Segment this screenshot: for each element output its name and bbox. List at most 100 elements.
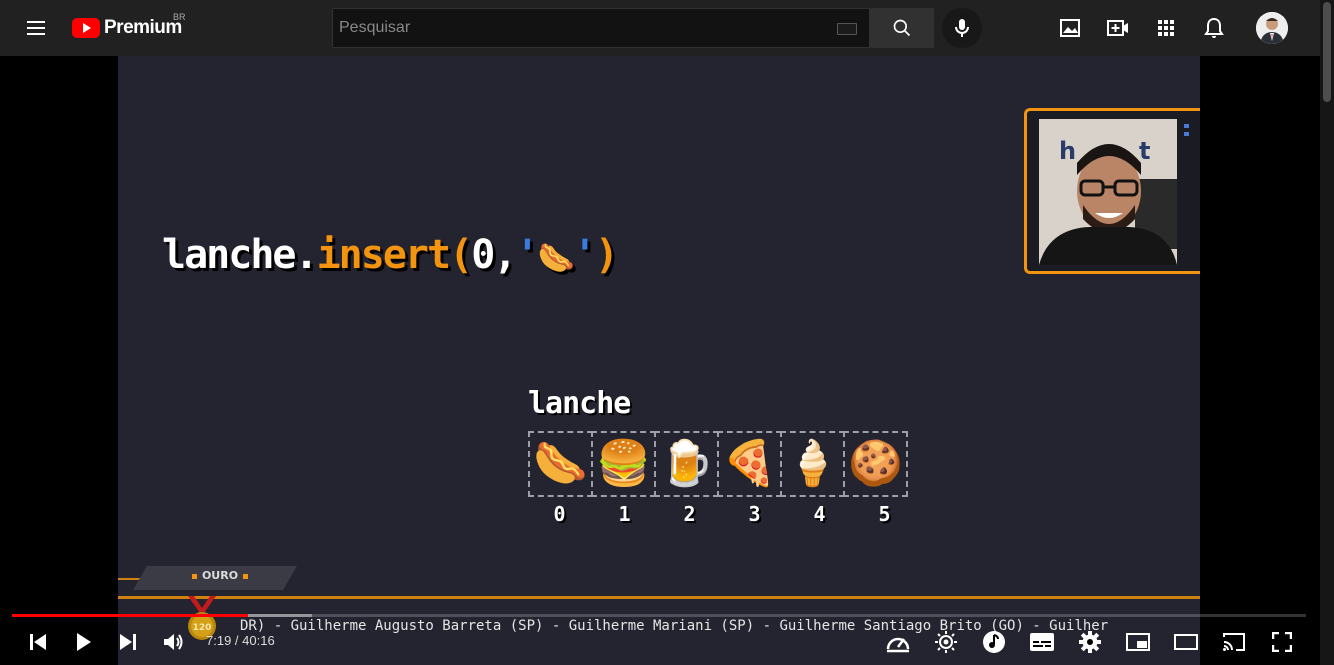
decoration <box>1184 124 1189 136</box>
mic-icon <box>955 19 969 37</box>
array-cells: 🌭 🍔 🍺 🍕 🍦 🍪 <box>528 431 908 497</box>
next-button[interactable] <box>110 624 146 660</box>
settings-button[interactable] <box>1072 624 1108 660</box>
cast-button[interactable] <box>1216 624 1252 660</box>
rank-label: OURO <box>170 569 270 582</box>
webcam-presenter: h t <box>1039 119 1177 265</box>
theater-icon <box>1174 634 1198 650</box>
miniplayer-icon <box>1126 633 1150 651</box>
cookie-icon: 🍪 <box>848 439 903 488</box>
music-button[interactable] <box>976 624 1012 660</box>
array-cell: 🌭 <box>528 431 593 497</box>
theater-mode-button[interactable] <box>1168 624 1204 660</box>
search-box <box>332 8 870 48</box>
create-video-button[interactable] <box>1102 12 1134 44</box>
fullscreen-button[interactable] <box>1264 624 1300 660</box>
progress-bar[interactable] <box>12 614 1306 617</box>
rank-divider <box>118 596 1200 599</box>
speedometer-icon <box>886 637 910 653</box>
search-icon <box>893 19 910 37</box>
array-label: lanche <box>528 386 631 421</box>
play-icon <box>77 633 91 651</box>
burger-icon: 🍔 <box>596 439 651 488</box>
array-index: 0 <box>553 502 566 526</box>
youtube-premium-logo[interactable]: Premium BR <box>72 12 186 42</box>
masthead: Premium BR <box>0 0 1334 56</box>
subtitles-icon <box>1030 633 1054 651</box>
time-separator: / <box>231 633 243 648</box>
code-close-paren: ) <box>594 232 619 278</box>
music-note-icon <box>983 631 1005 653</box>
play-button[interactable] <box>66 624 102 660</box>
array-index: 4 <box>813 502 826 526</box>
code-open-paren: ( <box>449 232 473 278</box>
video-add-icon <box>1107 20 1128 36</box>
gear-icon <box>1079 631 1101 653</box>
avatar-icon <box>1256 12 1288 44</box>
code-arg: 0, <box>471 232 517 278</box>
pizza-icon: 🍕 <box>722 439 777 488</box>
presenter-image: h t <box>1039 119 1177 265</box>
duration: 40:16 <box>242 633 275 648</box>
scrollbar-thumb[interactable] <box>1323 2 1331 102</box>
array-index: 3 <box>748 502 761 526</box>
array-cell: 🍔 <box>591 431 656 497</box>
rank-bar: OURO 120 <box>118 566 1200 640</box>
drink-icon: 🍺 <box>659 439 714 488</box>
previous-icon <box>30 634 46 650</box>
code-method: insert <box>316 232 451 278</box>
logo-region: BR <box>173 12 186 22</box>
svg-text:h: h <box>1059 137 1076 165</box>
image-icon <box>1060 19 1080 37</box>
code-item: 🌭 <box>537 241 574 276</box>
array-cell: 🍕 <box>717 431 782 497</box>
fullscreen-icon <box>1272 632 1292 652</box>
mute-button[interactable] <box>156 624 192 660</box>
progress-played <box>12 614 248 617</box>
video-player[interactable]: lanche.insert(0,'🌭') lanche 🌭 🍔 🍺 🍕 🍦 🍪 … <box>0 56 1320 665</box>
page-scrollbar[interactable] <box>1320 0 1334 665</box>
array-index: 2 <box>683 502 696 526</box>
notifications-button[interactable] <box>1198 12 1230 44</box>
array-index: 1 <box>618 502 631 526</box>
playback-speed-button[interactable] <box>880 624 916 660</box>
webcam-frame: h t <box>1024 108 1200 274</box>
search-button[interactable] <box>870 8 934 48</box>
array-index: 5 <box>878 502 891 526</box>
code-line: lanche.insert(0,'🌭') <box>162 232 619 278</box>
array-cell: 🍦 <box>780 431 845 497</box>
cast-icon <box>1223 633 1245 651</box>
array-cell: 🍺 <box>654 431 719 497</box>
hotdog-icon: 🌭 <box>533 439 588 488</box>
array-indices: 0 1 2 3 4 5 <box>528 502 918 526</box>
volume-icon <box>164 634 183 650</box>
search-input[interactable] <box>333 9 833 47</box>
player-controls: 7:19 / 40:16 <box>0 620 1320 665</box>
apps-button[interactable] <box>1150 12 1182 44</box>
next-icon <box>120 634 136 650</box>
keyboard-icon[interactable] <box>837 23 857 35</box>
menu-icon[interactable] <box>20 12 52 44</box>
notifications-icon <box>1204 17 1224 38</box>
ambient-icon <box>935 631 957 653</box>
previous-button[interactable] <box>20 624 56 660</box>
video-frame[interactable]: lanche.insert(0,'🌭') lanche 🌭 🍔 🍺 🍕 🍦 🍪 … <box>118 56 1200 665</box>
time-display: 7:19 / 40:16 <box>206 633 275 648</box>
logo-text: Premium <box>104 17 182 38</box>
apps-icon <box>1158 20 1174 36</box>
miniplayer-button[interactable] <box>1120 624 1156 660</box>
code-quote-close: ' <box>572 232 597 278</box>
youtube-play-icon <box>72 18 100 38</box>
code-dot: . <box>294 232 319 278</box>
current-time: 7:19 <box>206 633 232 648</box>
create-post-button[interactable] <box>1054 12 1086 44</box>
account-avatar[interactable] <box>1256 12 1288 44</box>
array-cell: 🍪 <box>843 431 908 497</box>
popsicle-icon: 🍦 <box>785 439 840 488</box>
code-quote-open: ' <box>515 232 539 278</box>
voice-search-button[interactable] <box>942 8 982 48</box>
ambient-mode-button[interactable] <box>928 624 964 660</box>
subtitles-button[interactable] <box>1024 624 1060 660</box>
svg-text:t: t <box>1139 137 1150 165</box>
code-object: lanche <box>162 232 296 278</box>
